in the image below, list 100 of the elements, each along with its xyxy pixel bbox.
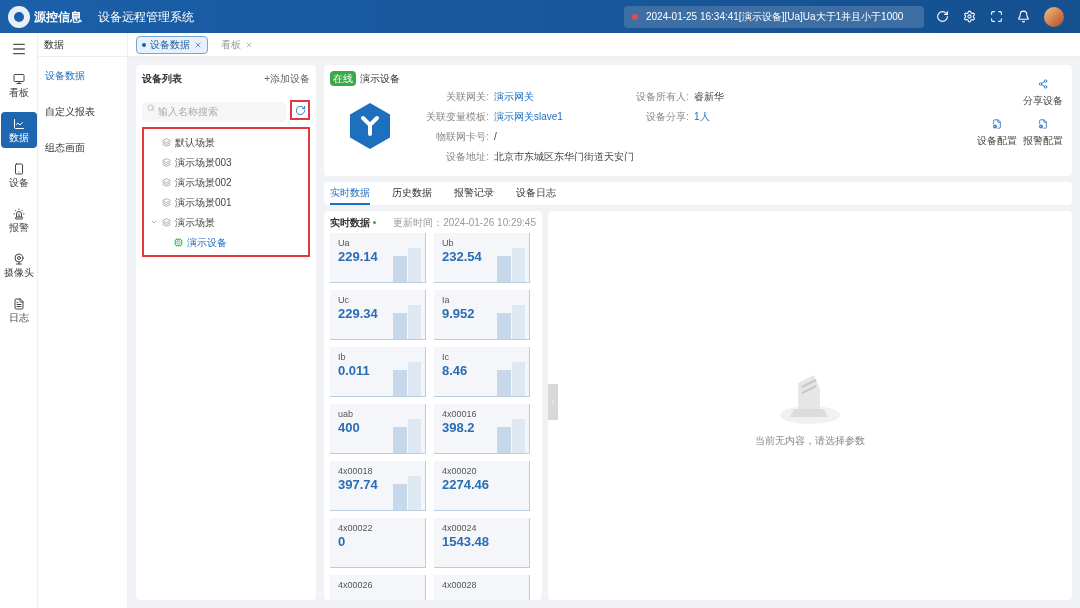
card-label: Ic — [442, 352, 450, 363]
card-value: 398.2 — [442, 420, 476, 436]
avatar[interactable] — [1044, 6, 1064, 27]
field-value: 睿新华 — [694, 90, 724, 102]
alert-bar[interactable]: 2024-01-25 16:34:41[演示设备][Ua]Ua大于1并且小于1000 — [624, 5, 924, 28]
document-gear-icon — [1038, 119, 1048, 129]
refresh-button[interactable] — [290, 100, 310, 120]
action-button[interactable]: 设备配置 — [974, 119, 1020, 148]
card-value: 0 — [338, 534, 347, 550]
data-card[interactable]: Uc 229.34 — [330, 290, 426, 340]
tree-item[interactable]: 演示设备 — [162, 232, 308, 252]
detail-tab[interactable]: 报警记录 — [454, 185, 494, 205]
bell-icon[interactable] — [1017, 10, 1030, 23]
bar-chart-drawing — [393, 474, 423, 510]
siren-icon — [12, 207, 25, 220]
data-card[interactable]: 4x00016 398.2 — [434, 404, 530, 454]
data-card[interactable]: Ia 9.952 — [434, 290, 530, 340]
layers-icon — [162, 197, 171, 207]
field-label: 关联网关: — [445, 90, 490, 102]
card-value: 8.46 — [442, 363, 469, 379]
rail-item[interactable]: 设备 — [0, 157, 37, 193]
close-icon[interactable] — [194, 40, 202, 49]
refresh-icon[interactable] — [936, 10, 949, 23]
tree-item[interactable]: 演示场景003 — [150, 152, 308, 172]
card-value: 2274.46 — [442, 477, 490, 493]
layers-icon — [162, 217, 171, 227]
card-value: 397.74 — [338, 477, 379, 493]
card-value: 0.011 — [338, 363, 371, 379]
rail-item[interactable]: 日志 — [0, 292, 37, 328]
document-gear-icon — [992, 119, 1002, 129]
field-label: 关联变量模板: — [425, 110, 490, 122]
detail-tab[interactable]: 实时数据 — [330, 185, 370, 205]
field-label: 设备分享: — [645, 110, 690, 122]
bar-chart-drawing — [497, 303, 527, 339]
card-value: 400 — [338, 420, 361, 436]
card-label: 4x00026 — [338, 580, 374, 591]
search-field[interactable]: 输入名称搜索 — [142, 101, 286, 122]
field-label: 物联网卡号: — [435, 130, 490, 142]
submenu-item[interactable]: 组态画面 — [38, 129, 127, 165]
add-device-link[interactable]: +添加设备 — [264, 70, 310, 86]
card-label: Uc — [338, 295, 350, 306]
rail-item[interactable]: 看板 — [0, 67, 37, 103]
tree-item[interactable]: 演示场景002 — [150, 172, 308, 192]
collapse-handle[interactable] — [548, 384, 558, 420]
data-card[interactable]: uab 400 — [330, 404, 426, 454]
device-name: 演示设备 — [360, 72, 400, 86]
card-value: 1543.48 — [442, 534, 490, 550]
card-value: 9.952 — [442, 306, 476, 322]
field-link[interactable]: 1人 — [694, 109, 710, 122]
share-icon — [1038, 79, 1048, 89]
tree-item[interactable]: 演示场景001 — [150, 192, 308, 212]
submenu-item[interactable]: 自定义报表 — [38, 93, 127, 129]
rail-item[interactable]: 报警 — [0, 202, 37, 238]
data-card[interactable]: 4x00026 — [330, 575, 426, 600]
menu-icon[interactable] — [10, 41, 27, 57]
card-label: Ia — [442, 295, 451, 306]
field-value: 北京市东城区东华门街道天安门 — [494, 150, 634, 162]
search-icon — [147, 104, 155, 112]
field-link[interactable]: 演示网关 — [494, 89, 534, 102]
panel-title: 设备列表 — [142, 71, 182, 86]
action-button[interactable]: 分享设备 — [1020, 79, 1066, 108]
layers-icon — [162, 157, 171, 167]
detail-tab[interactable]: 设备日志 — [516, 185, 556, 205]
card-label: Ua — [338, 238, 351, 249]
card-label: 4x00016 — [442, 409, 478, 420]
bar-chart-drawing — [393, 417, 423, 453]
detail-tab[interactable]: 历史数据 — [392, 185, 432, 205]
monitor-icon — [12, 72, 25, 85]
data-card[interactable]: 4x00022 0 — [330, 518, 426, 568]
settings-icon[interactable] — [963, 10, 976, 23]
bar-chart-drawing — [497, 246, 527, 282]
field-label: 设备地址: — [445, 150, 490, 162]
page-tab[interactable]: 设备数据 — [136, 35, 208, 54]
submenu-item[interactable]: 设备数据 — [38, 57, 127, 93]
data-card[interactable]: Ua 229.14 — [330, 233, 426, 283]
fullscreen-icon[interactable] — [990, 10, 1003, 23]
data-card[interactable]: 4x00024 1543.48 — [434, 518, 530, 568]
bar-chart-drawing — [497, 417, 527, 453]
logo-icon — [8, 5, 30, 28]
data-card[interactable]: 4x00020 2274.46 — [434, 461, 530, 511]
phone-icon — [12, 162, 25, 175]
action-button[interactable]: 报警配置 — [1020, 119, 1066, 148]
card-label: 4x00024 — [442, 523, 478, 534]
layers-icon — [162, 177, 171, 187]
bar-chart-drawing — [497, 360, 527, 396]
refresh-icon — [294, 104, 306, 116]
data-card[interactable]: 4x00018 397.74 — [330, 461, 426, 511]
data-card[interactable]: 4x00028 — [434, 575, 530, 600]
data-card[interactable]: Ib 0.011 — [330, 347, 426, 397]
rail-item[interactable]: 摄像头 — [0, 247, 37, 283]
field-label: 设备所有人: — [635, 90, 690, 102]
tree-item[interactable]: 演示场景 — [150, 212, 308, 232]
rail-item[interactable]: 数据 — [0, 112, 37, 148]
card-label: Ub — [442, 238, 455, 249]
data-card[interactable]: Ub 232.54 — [434, 233, 530, 283]
logo-text: 源控信息 — [34, 8, 82, 26]
card-label: 4x00020 — [442, 466, 478, 477]
data-card[interactable]: Ic 8.46 — [434, 347, 530, 397]
field-link[interactable]: 演示网关slave1 — [494, 109, 563, 122]
tree-item[interactable]: 默认场景 — [150, 132, 308, 152]
